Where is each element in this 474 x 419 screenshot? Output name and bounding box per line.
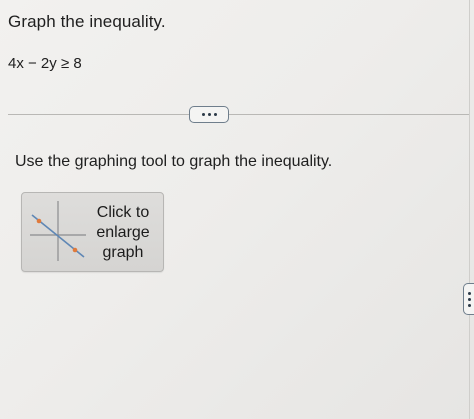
expand-content-button[interactable] — [189, 106, 229, 123]
ellipsis-icon — [201, 113, 217, 116]
label-line-1: Click to — [96, 204, 150, 221]
instruction-text: Use the graphing tool to graph the inequ… — [15, 153, 333, 170]
graph-thumbnail-icon — [30, 201, 86, 261]
section-divider — [8, 114, 470, 115]
inequality-text: 4x − 2y ≥ 8 — [8, 55, 82, 72]
question-page: Graph the inequality. 4x − 2y ≥ 8 Use th… — [0, 0, 474, 419]
label-line-3: graph — [102, 244, 144, 261]
panel-edge — [469, 0, 470, 419]
enlarge-graph-label: Click to enlarge graph — [90, 203, 156, 263]
side-panel-tab[interactable] — [463, 283, 474, 315]
question-title: Graph the inequality. — [8, 12, 166, 31]
label-line-2: enlarge — [96, 224, 150, 241]
enlarge-graph-button[interactable]: Click to enlarge graph — [21, 192, 164, 272]
